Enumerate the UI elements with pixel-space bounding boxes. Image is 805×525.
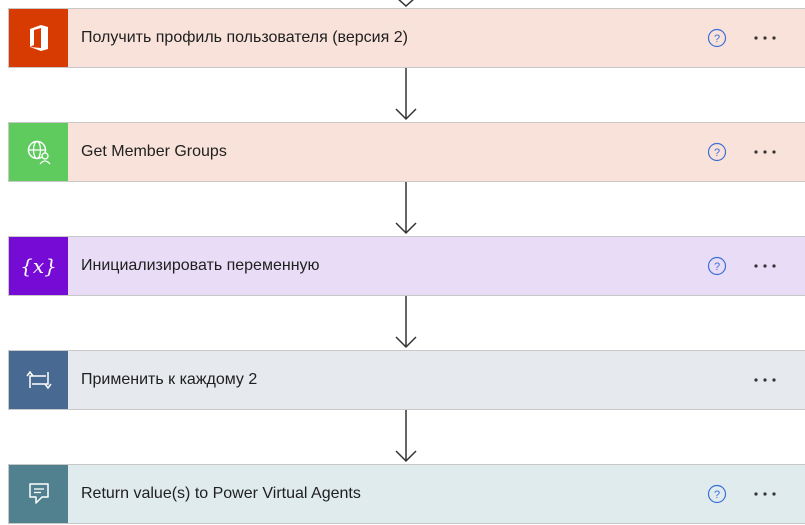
svg-text:?: ? — [714, 489, 720, 501]
step-card-get-member-groups[interactable]: Get Member Groups ? — [8, 122, 805, 182]
step-label: Применить к каждому 2 — [81, 371, 258, 388]
office-icon — [29, 25, 48, 51]
step-card-initialize-variable[interactable]: {x} Инициализировать переменную ? — [8, 236, 805, 296]
step-card-get-user-profile[interactable]: Получить профиль пользователя (версия 2)… — [8, 8, 805, 68]
step-label: Инициализировать переменную — [81, 257, 320, 274]
step-icon-box — [9, 351, 68, 409]
svg-text:?: ? — [714, 147, 720, 159]
variable-icon: {x} — [20, 254, 57, 278]
connector-arrow — [395, 410, 417, 463]
svg-text:?: ? — [714, 261, 720, 273]
step-icon-box — [9, 9, 68, 67]
step-icon-box — [9, 123, 68, 181]
step-card-return-values[interactable]: Return value(s) to Power Virtual Agents … — [8, 464, 805, 524]
step-icon-box: {x} — [9, 237, 68, 295]
more-options-icon[interactable] — [753, 484, 777, 504]
svg-text:?: ? — [714, 33, 720, 45]
loop-icon — [25, 370, 52, 390]
step-icon-box — [9, 465, 68, 523]
step-label: Получить профиль пользователя (версия 2) — [81, 29, 408, 46]
connector-arrow — [395, 182, 417, 235]
more-options-icon[interactable] — [753, 370, 777, 390]
connector-arrow — [395, 296, 417, 349]
more-options-icon[interactable] — [753, 142, 777, 162]
help-icon[interactable]: ? — [707, 28, 727, 48]
chat-bot-icon — [28, 483, 49, 504]
help-icon[interactable]: ? — [707, 484, 727, 504]
help-icon[interactable]: ? — [707, 256, 727, 276]
step-card-apply-to-each[interactable]: Применить к каждому 2 — [8, 350, 805, 410]
connector-arrow-top — [398, 0, 414, 8]
more-options-icon[interactable] — [753, 256, 777, 276]
connector-arrow — [395, 68, 417, 121]
more-options-icon[interactable] — [753, 28, 777, 48]
globe-user-icon — [27, 140, 50, 165]
help-icon[interactable]: ? — [707, 142, 727, 162]
step-label: Get Member Groups — [81, 143, 227, 160]
step-label: Return value(s) to Power Virtual Agents — [81, 485, 361, 502]
